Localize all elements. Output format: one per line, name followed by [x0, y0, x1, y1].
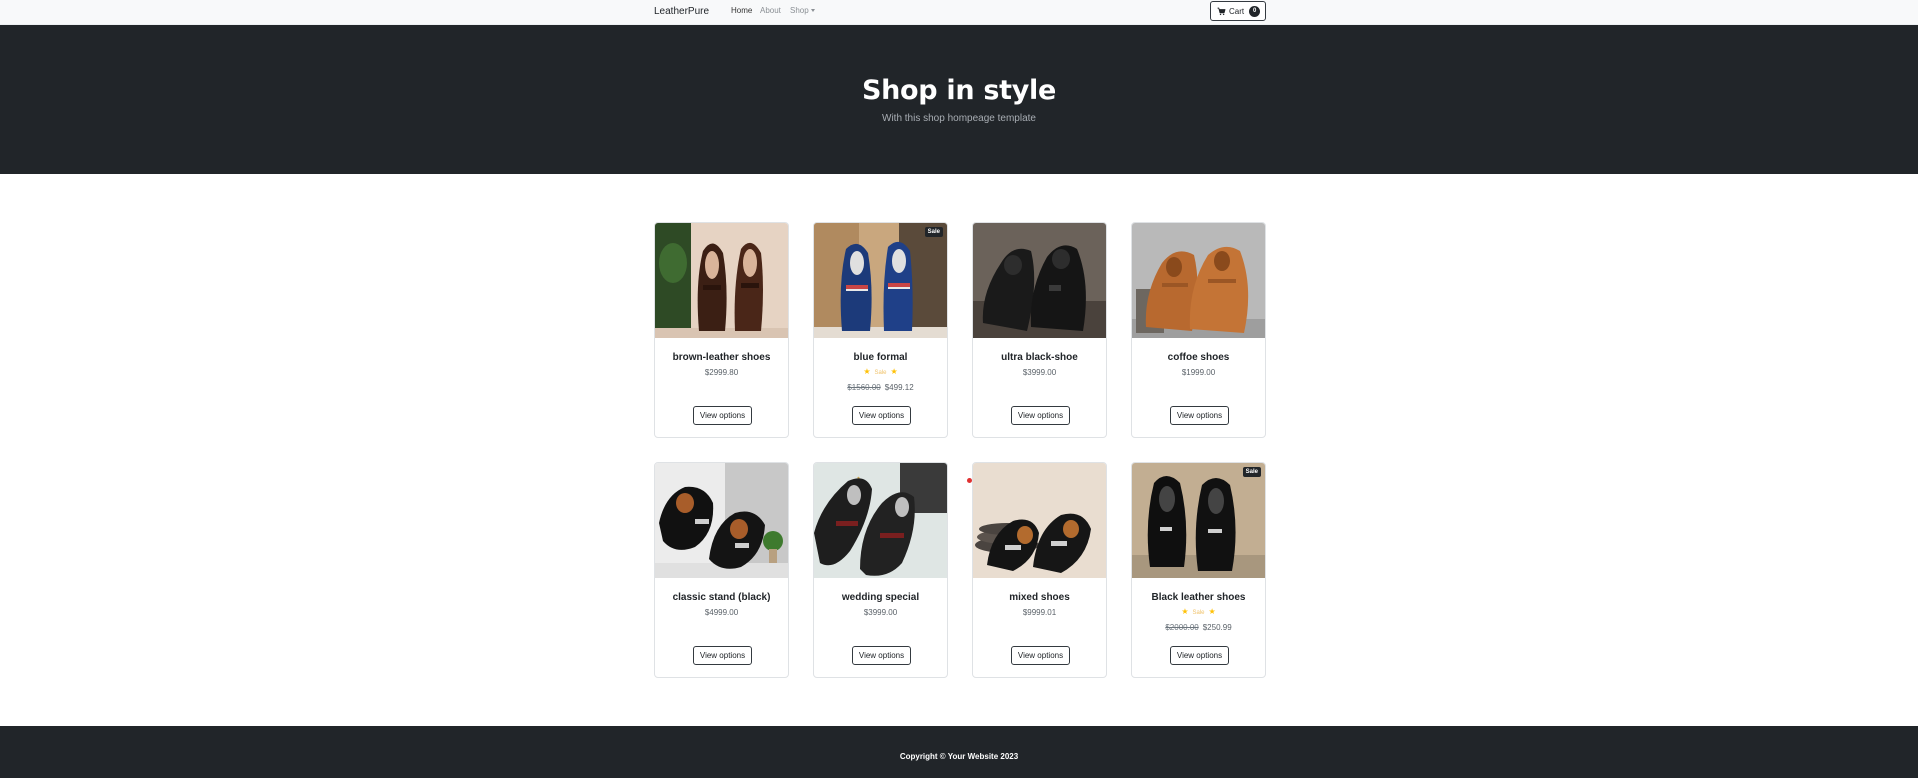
- navbar: LeatherPure Home About Shop Cart 0: [0, 0, 1918, 25]
- product-price: $4999.00: [704, 608, 739, 617]
- view-options-button[interactable]: View options: [693, 646, 752, 665]
- product-price: $2999.80: [704, 368, 739, 377]
- nav-about-link[interactable]: About: [760, 6, 781, 15]
- sale-badge: Sale: [1242, 467, 1261, 477]
- copyright-text: Copyright © Your Website 2023: [899, 752, 1019, 761]
- star-icon: ★: [890, 367, 898, 376]
- product-card: wedding special $3999.00 View options: [813, 462, 948, 678]
- view-options-button[interactable]: View options: [1011, 406, 1070, 425]
- product-name: wedding special: [841, 592, 920, 603]
- product-card: coffoe shoes $1999.00 View options: [1131, 222, 1266, 438]
- view-options-button[interactable]: View options: [1170, 406, 1229, 425]
- product-image[interactable]: [1132, 223, 1265, 338]
- product-card: Sale Black leather shoes ★ Sale ★ $2000.00…: [1131, 462, 1266, 678]
- brand-logo[interactable]: LeatherPure: [654, 6, 709, 17]
- product-card: mixed shoes $9999.01 View options: [972, 462, 1107, 678]
- view-options-button[interactable]: View options: [693, 406, 752, 425]
- product-image[interactable]: [814, 463, 947, 578]
- nav-shop-label: Shop: [790, 6, 809, 15]
- product-name: Black leather shoes: [1151, 592, 1246, 603]
- product-image[interactable]: [655, 223, 788, 338]
- product-name: mixed shoes: [1009, 592, 1070, 603]
- product-image[interactable]: [814, 223, 947, 338]
- product-price: $499.12: [884, 383, 914, 392]
- star-icon: ★: [1208, 607, 1216, 616]
- view-options-button[interactable]: View options: [1170, 646, 1229, 665]
- rating-stars: ★ Sale ★: [814, 367, 947, 376]
- product-name: brown-leather shoes: [672, 352, 771, 363]
- view-options-button[interactable]: View options: [852, 406, 911, 425]
- cart-icon: [1217, 7, 1226, 15]
- sale-badge: Sale: [924, 227, 943, 237]
- product-price: $3999.00: [863, 608, 898, 617]
- view-options-button[interactable]: View options: [1011, 646, 1070, 665]
- product-price: $9999.01: [1022, 608, 1057, 617]
- cursor-dot: [967, 478, 972, 483]
- product-name: classic stand (black): [672, 592, 771, 603]
- hero-header: Shop in style With this shop hompeage te…: [0, 25, 1918, 174]
- cart-button[interactable]: Cart 0: [1210, 1, 1266, 21]
- footer: Copyright © Your Website 2023: [0, 726, 1918, 778]
- product-name: ultra black-shoe: [1001, 352, 1078, 363]
- nav-shop-dropdown[interactable]: Shop: [790, 6, 815, 15]
- product-image[interactable]: [655, 463, 788, 578]
- nav-home-link[interactable]: Home: [731, 6, 752, 15]
- product-card: Sale blue formal ★ Sale ★ $1560.00 $499.12 …: [813, 222, 948, 438]
- product-price: $250.99: [1202, 623, 1232, 632]
- hero-title: Shop in style: [861, 75, 1057, 106]
- hero-subtitle: With this shop hompeage template: [882, 113, 1036, 124]
- caret-down-icon: [810, 9, 815, 12]
- product-price-row: $1560.00 $499.12: [814, 383, 947, 392]
- product-price: $1999.00: [1181, 368, 1216, 377]
- product-card: ultra black-shoe $3999.00 View options: [972, 222, 1107, 438]
- view-options-button[interactable]: View options: [852, 646, 911, 665]
- product-image[interactable]: [973, 463, 1106, 578]
- star-icon: ★: [863, 367, 871, 376]
- old-price: $1560.00: [847, 383, 881, 392]
- star-icon: ★: [1181, 607, 1189, 616]
- product-name: blue formal: [853, 352, 908, 363]
- old-price: $2000.00: [1165, 623, 1199, 632]
- product-image[interactable]: [973, 223, 1106, 338]
- rating-stars: ★ Sale ★: [1132, 607, 1265, 616]
- product-price-row: $2000.00 $250.99: [1132, 623, 1265, 632]
- product-card: classic stand (black) $4999.00 View opti…: [654, 462, 789, 678]
- product-image[interactable]: [1132, 463, 1265, 578]
- cart-count-badge: 0: [1249, 5, 1261, 17]
- cart-label: Cart: [1229, 6, 1245, 16]
- sale-label: Sale: [874, 370, 887, 376]
- product-name: coffoe shoes: [1167, 352, 1230, 363]
- product-card: brown-leather shoes $2999.80 View option…: [654, 222, 789, 438]
- product-price: $3999.00: [1022, 368, 1057, 377]
- sale-label: Sale: [1192, 610, 1205, 616]
